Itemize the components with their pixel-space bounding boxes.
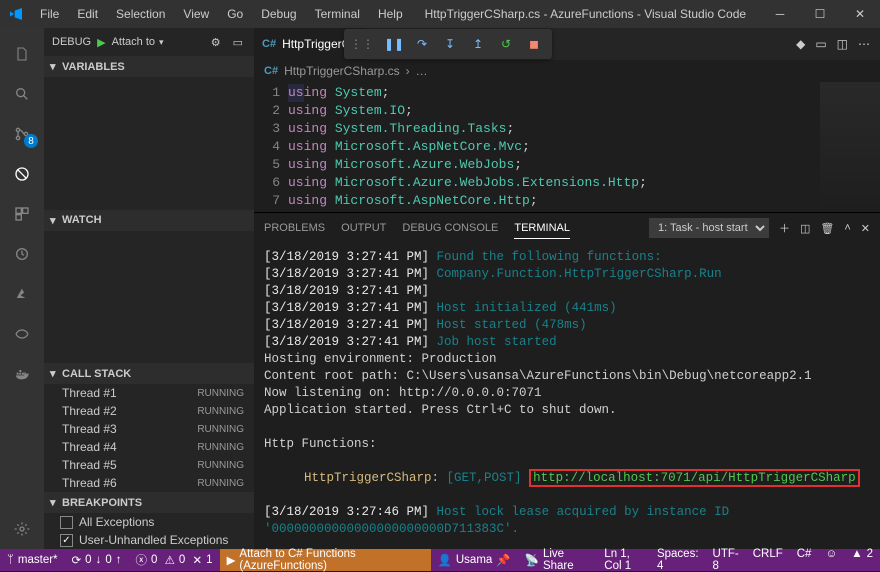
csharp-icon: C# [262, 38, 276, 50]
status-liveshare[interactable]: 📡 Live Share [518, 549, 598, 571]
terminal-output[interactable]: [3/18/2019 3:27:41 PM] Found the followi… [254, 243, 880, 549]
scm-badge: 8 [24, 134, 38, 148]
panel-maximize-button[interactable]: ˄ [844, 222, 850, 234]
debug-label: DEBUG [52, 36, 91, 48]
breakpoints-header[interactable]: ▾BREAKPOINTS [44, 492, 254, 513]
status-feedback-icon[interactable]: ☺ [818, 548, 844, 560]
menu-debug[interactable]: Debug [253, 3, 304, 25]
callstack-body: Thread #1RUNNINGThread #2RUNNINGThread #… [44, 384, 254, 492]
activity-item-1-icon[interactable] [0, 234, 44, 274]
step-into-button[interactable]: ↧ [438, 32, 462, 56]
chevron-right-icon: › [406, 64, 410, 78]
callstack-header[interactable]: ▾CALL STACK [44, 363, 254, 384]
status-cursor[interactable]: Ln 1, Col 1 [597, 548, 650, 572]
split-editor-icon[interactable]: ◫ [837, 37, 848, 51]
restart-button[interactable]: ↺ [494, 32, 518, 56]
debug-settings-icon[interactable]: ⚙ [208, 36, 224, 49]
debug-toolbar[interactable]: ⋮⋮ ❚❚ ↷ ↧ ↥ ↺ ◼ [344, 29, 552, 59]
status-sync[interactable]: ⟳ 0↓ 0↑ [65, 549, 129, 571]
docker-icon[interactable] [0, 354, 44, 394]
panel: PROBLEMS OUTPUT DEBUG CONSOLE TERMINAL 1… [254, 212, 880, 549]
vscode-logo-icon [0, 6, 32, 22]
panel-tab-output[interactable]: OUTPUT [341, 218, 386, 238]
breakpoints-body: All ExceptionsUser-Unhandled Exceptions [44, 513, 254, 549]
pause-button[interactable]: ❚❚ [382, 32, 406, 56]
step-out-button[interactable]: ↥ [466, 32, 490, 56]
callstack-row[interactable]: Thread #1RUNNING [44, 384, 254, 402]
variables-header[interactable]: ▾VARIABLES [44, 56, 254, 77]
watch-header[interactable]: ▾WATCH [44, 210, 254, 231]
menu-terminal[interactable]: Terminal [307, 3, 368, 25]
status-notifications[interactable]: ▲2 [844, 548, 880, 560]
callstack-row[interactable]: Thread #5RUNNING [44, 456, 254, 474]
panel-tab-problems[interactable]: PROBLEMS [264, 218, 325, 238]
checkbox[interactable] [60, 516, 73, 529]
breadcrumb[interactable]: C# HttpTriggerCSharp.cs › … [254, 60, 880, 82]
menu-selection[interactable]: Selection [108, 3, 173, 25]
status-problems[interactable]: ⓧ 0 ⚠ 0 ✕ 1 [128, 549, 219, 571]
variables-body [44, 77, 254, 210]
callstack-row[interactable]: Thread #4RUNNING [44, 438, 254, 456]
drag-handle-icon[interactable]: ⋮⋮ [350, 37, 378, 51]
breadcrumb-more[interactable]: … [416, 64, 428, 78]
maximize-button[interactable]: ☐ [800, 0, 840, 28]
minimize-button[interactable]: ─ [760, 0, 800, 28]
breadcrumb-file[interactable]: HttpTriggerCSharp.cs [284, 64, 400, 78]
callstack-row[interactable]: Thread #6RUNNING [44, 474, 254, 492]
debug-sidebar: DEBUG ▶ Attach to ▾ ⚙ ▭ ▾VARIABLES ▾WATC… [44, 28, 254, 549]
titlebar: File Edit Selection View Go Debug Termin… [0, 0, 880, 28]
status-bar: ᛘ master* ⟳ 0↓ 0↑ ⓧ 0 ⚠ 0 ✕ 1 ▶ Attach t… [0, 549, 880, 571]
status-debug-target[interactable]: ▶ Attach to C# Functions (AzureFunctions… [220, 549, 431, 571]
status-lang[interactable]: C# [790, 548, 819, 560]
kill-terminal-button[interactable]: 🗑 [820, 222, 834, 235]
more-icon[interactable]: ⋯ [858, 37, 870, 51]
csharp-icon: C# [264, 65, 278, 77]
activity-item-2-icon[interactable] [0, 314, 44, 354]
status-spaces[interactable]: Spaces: 4 [650, 548, 706, 572]
terminal-select[interactable]: 1: Task - host start [649, 218, 769, 238]
debug-icon[interactable] [0, 154, 44, 194]
panel-tab-debugconsole[interactable]: DEBUG CONSOLE [402, 218, 498, 238]
start-debug-button[interactable]: ▶ [97, 36, 105, 49]
settings-icon[interactable] [0, 509, 44, 549]
code-editor[interactable]: 1234567 using System;using System.IO;usi… [254, 82, 880, 212]
compare-icon[interactable]: ◆ [796, 37, 805, 51]
watch-body [44, 231, 254, 364]
menu-edit[interactable]: Edit [69, 3, 106, 25]
open-preview-icon[interactable]: ▭ [815, 37, 826, 51]
menu-go[interactable]: Go [219, 3, 251, 25]
split-terminal-button[interactable]: ◫ [800, 222, 810, 235]
menu-file[interactable]: File [32, 3, 67, 25]
debug-console-icon[interactable]: ▭ [230, 36, 246, 49]
breakpoint-row[interactable]: All Exceptions [44, 513, 254, 531]
panel-close-button[interactable]: ✕ [861, 222, 870, 235]
status-eol[interactable]: CRLF [746, 548, 790, 560]
window-title: HttpTriggerCSharp.cs - AzureFunctions - … [411, 7, 760, 21]
activity-bar: 8 [0, 28, 44, 549]
editor-area: C# HttpTriggerCS ⋮⋮ ❚❚ ↷ ↧ ↥ ↺ ◼ ◆ ▭ ◫ ⋯… [254, 28, 880, 549]
azure-icon[interactable] [0, 274, 44, 314]
menu-help[interactable]: Help [370, 3, 411, 25]
checkbox[interactable] [60, 534, 73, 547]
extensions-icon[interactable] [0, 194, 44, 234]
step-over-button[interactable]: ↷ [410, 32, 434, 56]
status-user[interactable]: 👤 Usama 📌 [431, 549, 518, 571]
menu-view[interactable]: View [175, 3, 217, 25]
editor-tabs: C# HttpTriggerCS ⋮⋮ ❚❚ ↷ ↧ ↥ ↺ ◼ ◆ ▭ ◫ ⋯ [254, 28, 880, 60]
breakpoint-row[interactable]: User-Unhandled Exceptions [44, 531, 254, 549]
minimap[interactable] [820, 82, 880, 212]
debug-config-dropdown[interactable]: Attach to ▾ [112, 36, 202, 48]
search-icon[interactable] [0, 74, 44, 114]
status-branch[interactable]: ᛘ master* [0, 549, 65, 571]
explorer-icon[interactable] [0, 34, 44, 74]
close-button[interactable]: ✕ [840, 0, 880, 28]
status-encoding[interactable]: UTF-8 [706, 548, 746, 572]
menu-bar: File Edit Selection View Go Debug Termin… [32, 3, 411, 25]
stop-button[interactable]: ◼ [522, 32, 546, 56]
callstack-row[interactable]: Thread #2RUNNING [44, 402, 254, 420]
panel-tab-terminal[interactable]: TERMINAL [514, 218, 570, 239]
callstack-row[interactable]: Thread #3RUNNING [44, 420, 254, 438]
new-terminal-button[interactable]: ＋ [779, 220, 790, 236]
scm-icon[interactable]: 8 [0, 114, 44, 154]
